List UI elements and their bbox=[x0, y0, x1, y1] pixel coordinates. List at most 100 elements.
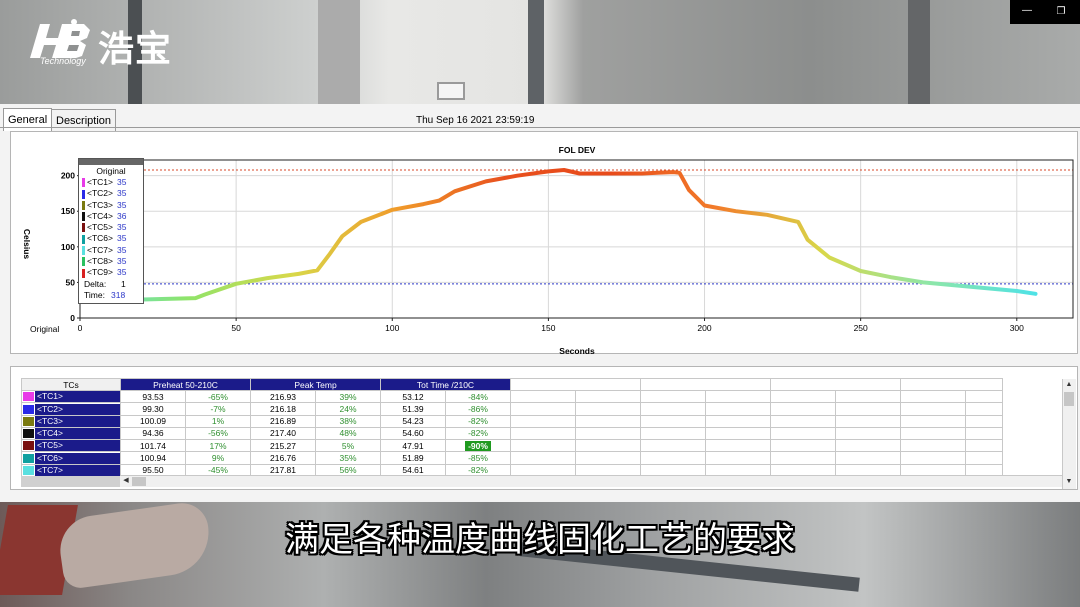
y-tick-label: 150 bbox=[61, 206, 75, 216]
tc-color-swatch bbox=[23, 453, 34, 463]
table-row[interactable]: <TC4> 94.36 -56% 217.40 48% 54.60 -82% bbox=[21, 426, 1003, 441]
tot-time-value: 54.60 bbox=[380, 426, 446, 441]
table-row[interactable]: <TC5> 101.74 17% 215.27 5% 47.91 -90% bbox=[21, 438, 1003, 453]
empty-cell bbox=[965, 451, 1003, 465]
legend-item-label: <TC8> bbox=[87, 256, 113, 267]
tc-cell[interactable]: <TC5> bbox=[21, 438, 121, 453]
tc-color-swatch bbox=[23, 429, 34, 438]
empty-cell bbox=[510, 402, 576, 416]
empty-cell bbox=[705, 389, 771, 404]
temperature-curve bbox=[78, 168, 1038, 302]
legend-time-label: Time: bbox=[84, 289, 105, 300]
table-horizontal-scrollbar[interactable] bbox=[120, 475, 1062, 487]
empty-cell bbox=[705, 451, 771, 465]
tc-cell[interactable]: <TC1> bbox=[21, 389, 121, 404]
table-row[interactable]: <TC2> 99.30 -7% 216.18 24% 51.39 -86% bbox=[21, 402, 1003, 416]
legend-swatch bbox=[82, 223, 85, 233]
preheat-pct: -65% bbox=[185, 389, 251, 404]
tot-time-pct: -85% bbox=[445, 451, 511, 465]
empty-cell bbox=[575, 451, 641, 465]
tc-name: <TC6> bbox=[35, 452, 120, 463]
tot-time-value: 53.12 bbox=[380, 389, 446, 404]
y-tick-label: 100 bbox=[61, 242, 75, 252]
tc-name: <TC2> bbox=[35, 403, 120, 414]
tc-cell[interactable]: <TC4> bbox=[21, 426, 121, 441]
tot-time-column-header[interactable]: Tot Time /210C bbox=[380, 378, 511, 391]
tc-name: <TC4> bbox=[35, 428, 120, 439]
legend-swatch bbox=[82, 268, 85, 278]
peak-pct: 35% bbox=[315, 451, 381, 465]
legend-item-label: <TC2> bbox=[87, 188, 113, 199]
x-tick-label: 0 bbox=[78, 323, 83, 333]
legend-item: <TC6> 35 bbox=[79, 233, 143, 244]
legend-swatch bbox=[82, 246, 85, 256]
empty-cell bbox=[965, 438, 1003, 453]
tot-time-pct: -82% bbox=[445, 426, 511, 441]
tot-time-pct: -90% bbox=[465, 440, 491, 451]
tc-column-header[interactable]: TCs bbox=[21, 378, 121, 391]
empty-cell bbox=[640, 426, 706, 441]
vertical-scroll-thumb[interactable] bbox=[1064, 392, 1074, 406]
results-table: TCs Preheat 50-210C Peak Temp Tot Time /… bbox=[21, 378, 1003, 477]
empty-column-header bbox=[770, 378, 901, 391]
peak-pct: 24% bbox=[315, 402, 381, 416]
tc-color-swatch bbox=[23, 416, 34, 426]
x-tick-label: 150 bbox=[541, 323, 555, 333]
legend-item-label: <TC4> bbox=[87, 210, 113, 221]
empty-cell bbox=[575, 389, 641, 404]
empty-cell bbox=[705, 426, 771, 441]
peak-value: 216.76 bbox=[250, 451, 316, 465]
scroll-left-icon[interactable]: ◀ bbox=[120, 475, 132, 487]
x-tick-label: 50 bbox=[231, 323, 241, 333]
preheat-pct: 9% bbox=[185, 451, 251, 465]
tc-cell[interactable]: <TC6> bbox=[21, 451, 121, 465]
legend-swatch bbox=[82, 178, 85, 188]
empty-cell bbox=[770, 414, 836, 428]
legend-delta-label: Delta: bbox=[84, 278, 107, 289]
legend-item: <TC2> 35 bbox=[79, 188, 143, 199]
preheat-column-header[interactable]: Preheat 50-210C bbox=[120, 378, 251, 391]
empty-cell bbox=[900, 451, 966, 465]
table-row[interactable]: <TC3> 100.09 1% 216.89 38% 54.23 -82% bbox=[21, 414, 1003, 428]
horizontal-scroll-thumb[interactable] bbox=[132, 477, 146, 486]
peak-pct: 39% bbox=[315, 389, 381, 404]
empty-cell bbox=[770, 451, 836, 465]
legend-swatch bbox=[82, 200, 85, 210]
legend-item: <TC1> 35 bbox=[79, 177, 143, 188]
table-row[interactable]: <TC6> 100.94 9% 216.76 35% 51.89 -85% bbox=[21, 451, 1003, 465]
scroll-up-icon[interactable]: ▲ bbox=[1062, 379, 1076, 391]
chart-y-axis-label: Celsius bbox=[22, 229, 32, 260]
empty-cell bbox=[640, 402, 706, 416]
empty-cell bbox=[510, 451, 576, 465]
legend-item-label: <TC5> bbox=[87, 222, 113, 233]
legend-item-value: 35 bbox=[117, 177, 127, 187]
tc-cell[interactable]: <TC2> bbox=[21, 402, 121, 416]
peak-pct: 48% bbox=[315, 426, 381, 441]
scroll-down-icon[interactable]: ▼ bbox=[1062, 476, 1076, 488]
x-tick-label: 100 bbox=[385, 323, 399, 333]
tot-time-value: 47.91 bbox=[380, 438, 446, 453]
empty-cell bbox=[640, 389, 706, 404]
tc-cell[interactable]: <TC3> bbox=[21, 414, 121, 428]
tot-time-pct: -82% bbox=[445, 414, 511, 428]
empty-cell bbox=[900, 426, 966, 441]
empty-cell bbox=[510, 389, 576, 404]
y-tick-label: 0 bbox=[70, 313, 75, 323]
table-row[interactable]: <TC1> 93.53 -65% 216.93 39% 53.12 -84% bbox=[21, 389, 1003, 404]
empty-cell bbox=[640, 451, 706, 465]
tot-time-pct-cell: -90% bbox=[445, 438, 511, 453]
legend-item: <TC8> 35 bbox=[79, 256, 143, 267]
preheat-value: 101.74 bbox=[120, 438, 186, 453]
empty-cell bbox=[640, 438, 706, 453]
tc-name: <TC5> bbox=[35, 440, 120, 451]
tc-cell[interactable]: <TC7> bbox=[21, 463, 121, 477]
tot-time-value: 51.39 bbox=[380, 402, 446, 416]
tot-time-value: 51.89 bbox=[380, 451, 446, 465]
legend-item-value: 35 bbox=[117, 188, 127, 199]
legend-delta: Delta: 1 bbox=[79, 279, 143, 290]
tot-time-pct: -86% bbox=[445, 402, 511, 416]
legend-item-value: 36 bbox=[117, 210, 127, 221]
peak-temp-column-header[interactable]: Peak Temp bbox=[250, 378, 381, 391]
empty-cell bbox=[835, 451, 901, 465]
preheat-pct: -56% bbox=[185, 426, 251, 441]
